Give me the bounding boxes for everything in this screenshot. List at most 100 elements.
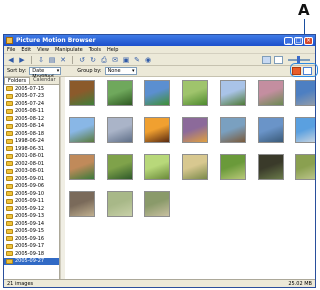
forward-icon[interactable]: ▶ bbox=[18, 56, 26, 64]
folder-item[interactable]: 2005-07-23 bbox=[4, 93, 59, 101]
photo-thumbnail[interactable] bbox=[182, 117, 209, 143]
folder-item[interactable]: 2005-09-14 bbox=[4, 220, 59, 228]
folder-label: 2003-08-01 bbox=[15, 168, 45, 175]
folder-icon bbox=[6, 161, 13, 167]
photo-thumbnail[interactable] bbox=[106, 154, 133, 180]
folder-item[interactable]: 2005-09-27 bbox=[4, 257, 59, 265]
folder-icon bbox=[6, 116, 13, 122]
folder-icon bbox=[6, 101, 13, 107]
title-bar[interactable]: Picture Motion Browser _ □ × bbox=[4, 35, 315, 46]
menu-item[interactable]: Help bbox=[107, 47, 118, 53]
tab-folders[interactable]: Folders bbox=[4, 77, 31, 84]
folder-item[interactable]: 2005-09-06 bbox=[4, 183, 59, 191]
photo-thumbnail[interactable] bbox=[144, 117, 171, 143]
folder-item[interactable]: 1998-06-24 bbox=[4, 138, 59, 146]
photo-thumbnail[interactable] bbox=[257, 80, 284, 106]
photo-thumbnail[interactable] bbox=[219, 117, 246, 143]
menu-item[interactable]: View bbox=[37, 47, 49, 53]
folder-item[interactable]: 2005-09-15 bbox=[4, 228, 59, 236]
folder-icon bbox=[6, 153, 13, 159]
photo-thumbnail[interactable] bbox=[219, 154, 246, 180]
folder-item[interactable]: 2001-08-01 bbox=[4, 153, 59, 161]
thumbnail-size-slider[interactable] bbox=[288, 55, 310, 64]
menu-item[interactable]: Tools bbox=[89, 47, 101, 53]
folder-item[interactable]: 2003-08-01 bbox=[4, 168, 59, 176]
folder-icon bbox=[6, 176, 13, 182]
burn-icon[interactable]: ◉ bbox=[144, 56, 152, 64]
folder-item[interactable]: 2005-08-11 bbox=[4, 108, 59, 116]
edit-icon[interactable]: ✎ bbox=[133, 56, 141, 64]
window-title: Picture Motion Browser bbox=[16, 37, 96, 44]
sort-select[interactable]: Date Modified bbox=[29, 67, 62, 80]
email-icon[interactable]: ✉ bbox=[111, 56, 119, 64]
folder-item[interactable]: 1998-06-31 bbox=[4, 145, 59, 153]
menu-item[interactable]: Manipulate bbox=[55, 47, 83, 53]
folder-item[interactable]: 2005-09-13 bbox=[4, 213, 59, 221]
photo-thumbnail[interactable] bbox=[144, 154, 171, 180]
maximize-button[interactable]: □ bbox=[294, 36, 303, 45]
photo-thumbnail[interactable] bbox=[69, 154, 95, 180]
folder-item[interactable]: 2005-09-01 bbox=[4, 175, 59, 183]
list-view-icon[interactable] bbox=[274, 55, 283, 64]
toolbar: ◀ ▶ ⇩ ▤ ✕ ↺ ↻ ⎙ ✉ ▣ ✎ ◉ bbox=[4, 54, 315, 66]
folder-item[interactable]: 2002-08-01 bbox=[4, 160, 59, 168]
folder-item[interactable]: 2005-09-16 bbox=[4, 235, 59, 243]
folder-item[interactable]: 2005-09-11 bbox=[4, 198, 59, 206]
tab-calendar[interactable]: Calendar bbox=[30, 77, 58, 84]
folder-item[interactable]: 2005-09-12 bbox=[4, 205, 59, 213]
photo-thumbnail[interactable] bbox=[69, 191, 95, 217]
folder-item[interactable]: 2005-07-15 bbox=[4, 85, 59, 93]
folder-item[interactable]: 2005-07-24 bbox=[4, 100, 59, 108]
close-button[interactable]: × bbox=[304, 36, 313, 45]
import-icon[interactable]: ⇩ bbox=[37, 56, 45, 64]
status-image-count: 21 images bbox=[7, 280, 34, 287]
folder-label: 2005-07-24 bbox=[15, 100, 45, 107]
menu-item[interactable]: File bbox=[7, 47, 15, 53]
print-icon[interactable]: ⎙ bbox=[100, 56, 108, 64]
folder-label: 1998-06-24 bbox=[15, 138, 45, 145]
folder-item[interactable]: 2005-09-17 bbox=[4, 243, 59, 251]
rotate-right-icon[interactable]: ↻ bbox=[89, 56, 97, 64]
minimize-button[interactable]: _ bbox=[284, 36, 293, 45]
photo-thumbnail[interactable] bbox=[182, 154, 209, 180]
photo-thumbnail[interactable] bbox=[219, 80, 246, 106]
menu-item[interactable]: Edit bbox=[21, 47, 31, 53]
photo-thumbnail[interactable] bbox=[295, 117, 315, 143]
photo-thumbnail[interactable] bbox=[144, 191, 171, 217]
folder-icon bbox=[6, 146, 13, 152]
folder-item[interactable]: 2005-09-18 bbox=[4, 250, 59, 258]
photo-thumbnail[interactable] bbox=[69, 117, 95, 143]
photo-thumbnail[interactable] bbox=[295, 154, 315, 180]
folder-label: 2005-08-11 bbox=[15, 108, 45, 115]
photo-thumbnail[interactable] bbox=[106, 80, 133, 106]
photo-thumbnail[interactable] bbox=[295, 80, 315, 106]
group-select[interactable]: None bbox=[104, 67, 137, 75]
toolbar-separator bbox=[31, 55, 32, 64]
callout-highlight bbox=[290, 63, 318, 77]
photo-thumbnail[interactable] bbox=[69, 80, 95, 106]
photo-thumbnail[interactable] bbox=[144, 80, 171, 106]
photo-thumbnail[interactable] bbox=[106, 117, 133, 143]
folder-label: 2005-09-11 bbox=[15, 198, 45, 205]
delete-icon[interactable]: ✕ bbox=[59, 56, 67, 64]
photo-thumbnail[interactable] bbox=[182, 80, 209, 106]
folder-label: 2005-07-23 bbox=[15, 93, 45, 100]
folder-item[interactable]: 2005-09-10 bbox=[4, 190, 59, 198]
folder-item[interactable]: 2005-08-14 bbox=[4, 123, 59, 131]
folder-label: 2005-09-10 bbox=[15, 190, 45, 197]
folder-icon bbox=[6, 251, 13, 257]
back-icon[interactable]: ◀ bbox=[7, 56, 15, 64]
photo-thumbnail[interactable] bbox=[257, 117, 284, 143]
folder-icon bbox=[6, 131, 13, 137]
rotate-left-icon[interactable]: ↺ bbox=[78, 56, 86, 64]
thumbnail-view-icon[interactable] bbox=[262, 55, 271, 64]
photo-thumbnail[interactable] bbox=[106, 191, 133, 217]
folder-icon bbox=[6, 236, 13, 242]
folder-label: 2005-09-27 bbox=[15, 258, 45, 265]
photo-thumbnail[interactable] bbox=[257, 154, 284, 180]
folder-icon bbox=[6, 183, 13, 189]
folder-icon[interactable]: ▤ bbox=[48, 56, 56, 64]
folder-item[interactable]: 2005-08-18 bbox=[4, 130, 59, 138]
slideshow-icon[interactable]: ▣ bbox=[122, 56, 130, 64]
folder-item[interactable]: 2005-08-12 bbox=[4, 115, 59, 123]
